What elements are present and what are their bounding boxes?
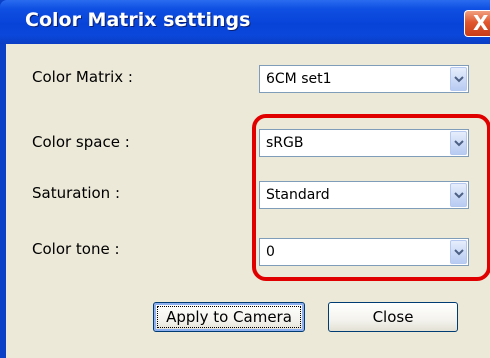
close-button-label: Close [372, 308, 414, 326]
color-matrix-value: 6CM set1 [266, 71, 332, 87]
chevron-down-icon [454, 76, 464, 83]
title-bar[interactable]: Color Matrix settings X [0, 0, 490, 44]
color-matrix-label: Color Matrix : [32, 68, 133, 86]
highlight-annotation [252, 114, 490, 281]
saturation-label: Saturation : [32, 184, 121, 202]
color-matrix-dropdown-button[interactable] [450, 67, 467, 91]
close-icon: X [473, 11, 489, 35]
apply-to-camera-button[interactable]: Apply to Camera [153, 302, 305, 332]
dialog-title: Color Matrix settings [25, 9, 251, 31]
apply-to-camera-label: Apply to Camera [166, 308, 292, 326]
dialog-window: Color Matrix settings X Color Matrix : 6… [0, 0, 490, 358]
color-matrix-select[interactable]: 6CM set1 [259, 65, 469, 93]
color-space-label: Color space : [32, 133, 130, 151]
close-window-button[interactable]: X [464, 10, 490, 37]
color-tone-label: Color tone : [32, 240, 120, 258]
close-button[interactable]: Close [328, 302, 458, 332]
